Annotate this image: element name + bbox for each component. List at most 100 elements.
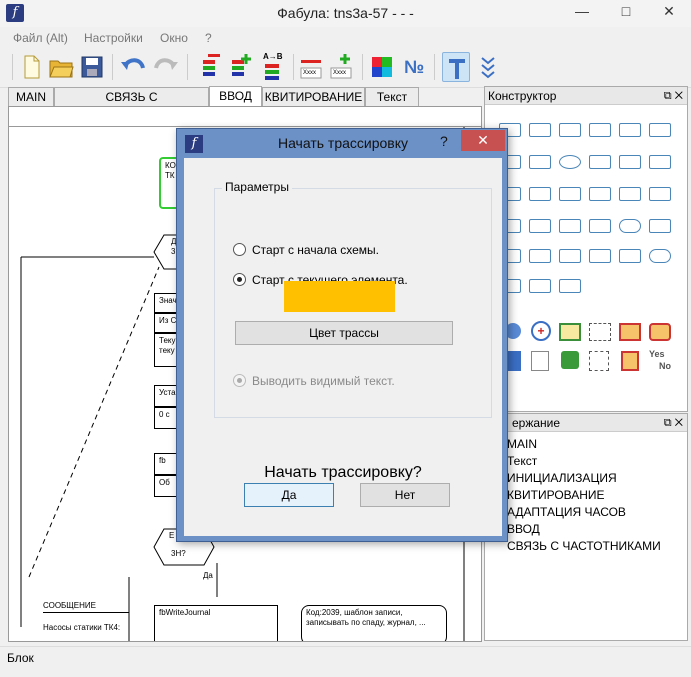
green-block-icon[interactable] <box>561 351 579 369</box>
add-cell-icon[interactable]: Xxxx <box>327 52 355 82</box>
no-button[interactable]: Нет <box>360 483 450 507</box>
shape-trap2-icon[interactable] <box>589 219 611 233</box>
shape-pair-icon[interactable] <box>649 155 671 169</box>
new-file-icon[interactable] <box>17 52 45 82</box>
minimize-button[interactable]: — <box>560 0 604 22</box>
shape-left-icon[interactable] <box>529 219 551 233</box>
dialog-close-button[interactable]: ✕ <box>461 130 505 151</box>
menu-help[interactable]: ? <box>205 31 212 45</box>
yes-button[interactable]: Да <box>244 483 334 507</box>
shape-pointer-icon[interactable] <box>589 187 611 201</box>
tab-kvitirovanie[interactable]: КВИТИРОВАНИЕ <box>262 87 365 107</box>
shape-diamond-icon[interactable] <box>529 249 551 263</box>
shape-pill-icon[interactable] <box>649 249 671 263</box>
remove-stack-icon[interactable] <box>195 52 223 82</box>
shape-box2-icon[interactable] <box>589 249 611 263</box>
shape-split-icon[interactable] <box>619 123 641 137</box>
menu-settings[interactable]: Настройки <box>84 31 143 45</box>
content-item-kvit[interactable]: КВИТИРОВАНИЕ <box>507 488 605 502</box>
constructor-title: Конструктор <box>488 89 557 103</box>
content-item-vvod[interactable]: ВВОД <box>507 522 540 536</box>
remove-cell-icon[interactable]: Xxxx <box>297 52 325 82</box>
dialog-title: Начать трассировку <box>277 135 409 151</box>
add-stack-icon[interactable] <box>227 52 255 82</box>
expand-down-icon[interactable] <box>474 52 502 82</box>
shape-step-icon[interactable] <box>559 187 581 201</box>
constructor-header: Конструктор ⧉ ✕ <box>485 87 687 105</box>
number-icon[interactable]: № <box>400 52 428 82</box>
open-folder-icon[interactable] <box>47 52 75 82</box>
shape-merge-icon[interactable] <box>649 187 671 201</box>
tab-tekst[interactable]: Текст <box>365 87 419 107</box>
dialog-help-button[interactable]: ? <box>440 133 448 149</box>
content-item-tekst[interactable]: Текст <box>507 454 537 468</box>
trace-color-button[interactable]: Цвет трассы <box>235 321 453 345</box>
node-journal-code[interactable]: Код:2039, шаблон записи, записывать по с… <box>301 605 447 641</box>
status-bar: Блок <box>0 646 691 670</box>
tab-main[interactable]: MAIN <box>8 87 54 107</box>
undo-icon[interactable] <box>119 52 147 82</box>
sort-ab-icon[interactable]: A→B <box>259 52 287 82</box>
tab-svyaz[interactable]: СВЯЗЬ С ЧАСТОТНИКАМИ <box>54 87 209 123</box>
text-t-icon[interactable] <box>442 52 470 82</box>
node-e: Е <box>169 531 175 540</box>
color-palette-icon[interactable] <box>369 52 397 82</box>
content-item-adapt[interactable]: АДАПТАЦИЯ ЧАСОВ <box>507 505 626 519</box>
radio-start-scheme-label[interactable]: Старт с начала схемы. <box>252 243 379 257</box>
panel-dock-close-icons[interactable]: ⧉ ✕ <box>664 414 683 432</box>
shape-round-icon[interactable] <box>619 219 641 233</box>
shape-hex-icon[interactable] <box>559 123 581 137</box>
group-icon[interactable] <box>619 323 641 341</box>
radio-start-current[interactable] <box>233 273 246 286</box>
node-fbwritejournal[interactable]: fbWriteJournal <box>154 605 278 641</box>
zoom-in-icon[interactable]: + <box>531 321 551 341</box>
menu-bar: Файл (Alt) Настройки Окно ? <box>0 28 691 48</box>
message-text: Насосы статики ТК4: <box>43 623 121 632</box>
shape-node-icon[interactable] <box>619 155 641 169</box>
shape-branch-icon[interactable] <box>589 123 611 137</box>
redo-icon[interactable] <box>152 52 180 82</box>
dialog-body: Параметры Старт с начала схемы. Старт с … <box>184 158 502 536</box>
radio-start-scheme[interactable] <box>233 243 246 256</box>
status-text: Блок <box>7 651 34 665</box>
content-panel: ержание ⧉ ✕ MAIN Текст ИНИЦИАЛИЗАЦИЯ КВИ… <box>484 413 688 641</box>
panel-dock-close-icons[interactable]: ⧉ ✕ <box>664 87 683 105</box>
close-window-button[interactable]: ✕ <box>647 0 691 22</box>
no-label: No <box>659 361 671 371</box>
content-item-main[interactable]: MAIN <box>507 437 537 451</box>
save-icon[interactable] <box>78 52 106 82</box>
shape-decision-icon[interactable] <box>529 187 551 201</box>
title-bar: f Фабула: tns3a-57 - - - — □ ✕ <box>0 0 691 27</box>
shape-plus-icon[interactable] <box>649 219 671 233</box>
shape-para-icon[interactable] <box>559 279 581 293</box>
content-item-svyaz[interactable]: СВЯЗЬ С ЧАСТОТНИКАМИ <box>507 539 661 553</box>
shape-trap-icon[interactable] <box>559 219 581 233</box>
shape-box-icon[interactable] <box>649 123 671 137</box>
menu-file[interactable]: Файл (Alt) <box>13 31 68 45</box>
maximize-button[interactable]: □ <box>604 0 648 22</box>
corner-select-icon[interactable] <box>589 351 609 371</box>
ungroup-icon[interactable] <box>649 323 671 341</box>
trace-color-swatch <box>284 281 395 312</box>
dialog-question: Начать трассировку? <box>264 464 422 481</box>
toolbar: A→B Xxxx Xxxx № <box>0 48 691 88</box>
select-block-icon[interactable] <box>559 323 581 341</box>
shape-flow-icon[interactable] <box>529 123 551 137</box>
content-item-init[interactable]: ИНИЦИАЛИЗАЦИЯ <box>507 471 617 485</box>
menu-window[interactable]: Окно <box>160 31 188 45</box>
constructor-panel: Конструктор ⧉ ✕ + Yes No <box>484 86 688 412</box>
start-trace-dialog: f Начать трассировку ? ✕ Параметры Старт… <box>176 128 508 542</box>
shape-stub-icon[interactable] <box>529 155 551 169</box>
shape-gate-icon[interactable] <box>589 155 611 169</box>
shape-fork-icon[interactable] <box>619 187 641 201</box>
tab-vvod[interactable]: ВВОД <box>209 86 262 107</box>
show-text-label: Выводить видимый текст. <box>252 374 395 388</box>
shape-circle-icon[interactable] <box>559 155 581 169</box>
shape-flag-icon[interactable] <box>529 279 551 293</box>
shape-table-icon[interactable] <box>559 249 581 263</box>
content-header: ержание ⧉ ✕ <box>485 414 687 432</box>
shape-conn-icon[interactable] <box>619 249 641 263</box>
cup-block-icon[interactable] <box>621 351 639 371</box>
list-block-icon[interactable] <box>531 351 549 371</box>
cross-select-icon[interactable] <box>589 323 611 341</box>
